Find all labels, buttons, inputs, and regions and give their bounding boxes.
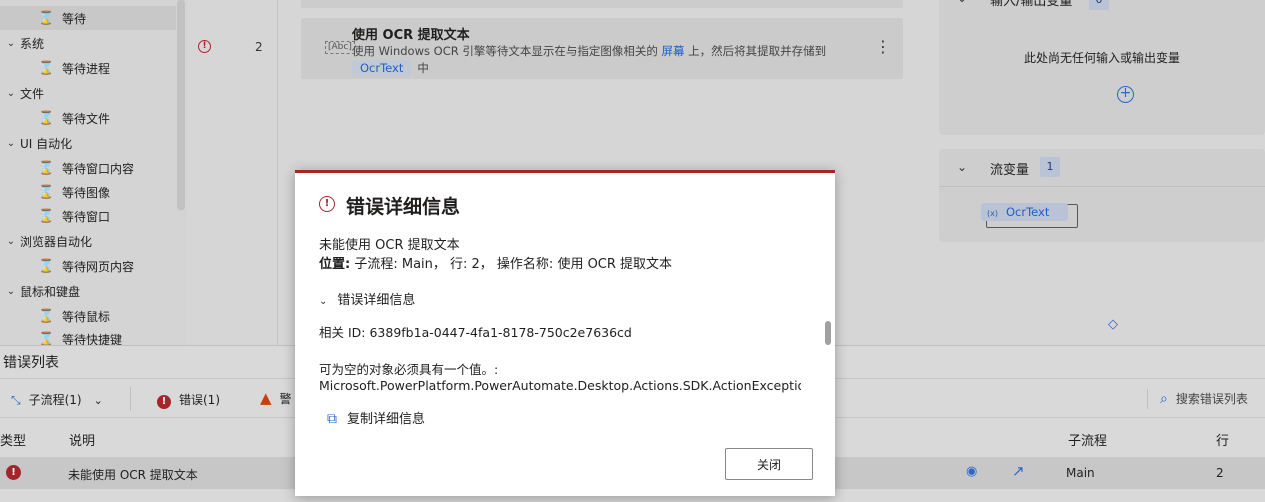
error-icon: ! [6,465,21,480]
variable-token: OcrText [352,60,412,76]
chevron-down-icon: ⌄ [6,285,16,297]
toolbar-divider [130,387,131,411]
action-wait-window-content[interactable]: ⌛ 等待窗口内容 [0,156,176,180]
exception-text: Microsoft.PowerPlatform.PowerAutomate.De… [319,378,801,393]
line-gutter: ! 2 [187,0,278,345]
category-file[interactable]: ⌄ 文件 [0,81,176,105]
details-scrollbar[interactable] [825,321,831,345]
category-system[interactable]: ⌄ 系统 [0,31,176,55]
flow-count-badge: 1 [1040,157,1060,177]
hourglass-icon: ⌛ [38,60,55,76]
action-wait-file[interactable]: ⌛ 等待文件 [0,106,176,130]
actions-scrollbar[interactable] [177,0,185,210]
view-icon[interactable]: ◉ [966,464,977,479]
close-button[interactable]: 关闭 [725,448,813,480]
action-wait-web-content[interactable]: ⌛ 等待网页内容 [0,254,176,278]
action-wait-image[interactable]: ⌛ 等待图像 [0,180,176,204]
io-variables-header[interactable]: ⌄ 输入/输出变量 0 [939,0,1265,12]
go-to-action-icon[interactable]: ↗ [1012,462,1025,480]
dialog-title: 错误详细信息 [346,196,461,218]
error-icon: ! [157,395,171,409]
action-wait-shortcut[interactable]: ⌛ 等待快捷键 [0,327,176,346]
hourglass-icon: ⌛ [38,10,55,26]
hourglass-icon: ⌛ [38,258,55,274]
flow-variables-header[interactable]: ⌄ 流变量 1 [939,149,1265,187]
io-count-badge: 0 [1089,0,1109,10]
screen-token: 屏幕 [661,44,685,58]
error-indicator-icon[interactable]: ! [198,40,211,53]
chevron-down-icon: ⌄ [93,394,103,407]
details-section-toggle[interactable]: ⌄ 错误详细信息 [319,289,415,308]
error-list-title: 错误列表 [3,355,59,371]
add-variable-icon[interactable]: + [1117,86,1134,103]
ocr-text-icon: [Abc] [325,41,355,54]
warning-icon: ▲ [260,389,272,407]
copy-details-link[interactable]: ⧉ 复制详细信息 [327,408,425,427]
chevron-down-icon: ⌄ [6,235,16,247]
action-description-line2: OcrText 中 [352,60,429,76]
search-icon: ⌕ [1160,391,1168,407]
warnings-filter[interactable]: ▲ 警 [260,389,292,407]
error-detail-text: 可为空的对象必须具有一个值。: [319,362,499,377]
chevron-down-icon: ⌄ [6,37,16,49]
chevron-down-icon: ⌄ [957,160,968,174]
actions-panel: ⌛ 等待 ⌄ 系统 ⌛ 等待进程 ⌄ 文件 ⌛ 等待文件 ⌄ UI 自动化 ⌛ … [0,0,187,345]
action-wait-window[interactable]: ⌛ 等待窗口 [0,204,176,228]
action-title: 使用 OCR 提取文本 [352,28,470,43]
action-wait-mouse[interactable]: ⌛ 等待鼠标 [0,304,176,328]
variable-chip-ocrtext[interactable]: (x) OcrText [981,203,1078,228]
variable-icon: (x) [987,209,998,218]
category-mouse-keyboard[interactable]: ⌄ 鼠标和键盘 [0,279,176,303]
variables-panel: ⌄ 输入/输出变量 0 此处尚无任何输入或输出变量 + ⌄ 流变量 1 (x)O… [924,0,1265,345]
correlation-id: 相关 ID: 6389fb1a-0447-4fa1-8178-750c2e763… [319,325,632,340]
action-wait[interactable]: ⌛ 等待 [0,6,176,30]
column-subflow[interactable]: 子流程 [1068,430,1107,449]
subflow-filter[interactable]: ⤡ 子流程(1) ⌄ [11,391,103,408]
action-wait-process[interactable]: ⌛ 等待进程 [0,56,176,80]
chevron-down-icon: ⌄ [6,137,16,149]
error-search[interactable]: ⌕ 搜索错误列表 [1147,389,1248,409]
copy-icon: ⧉ [327,411,337,427]
subflow-icon: ⤡ [11,393,21,407]
error-icon: ! [319,196,335,212]
eraser-icon[interactable]: ◇ [1108,317,1118,332]
column-type[interactable]: 类型 [0,430,26,449]
more-options-icon[interactable]: ⋮ [875,39,891,55]
action-description: 使用 Windows OCR 引擎等待文本显示在与指定图像相关的 屏幕 上，然后… [352,44,827,58]
column-description[interactable]: 说明 [69,430,95,449]
line-number: 2 [255,40,263,54]
io-variables-section: ⌄ 输入/输出变量 0 此处尚无任何输入或输出变量 + [939,0,1265,135]
chevron-down-icon: ⌄ [957,0,967,5]
empty-variables-message: 此处尚无任何输入或输出变量 [1023,51,1180,65]
flow-variables-section: ⌄ 流变量 1 (x) OcrText [939,149,1265,242]
category-ui-automation[interactable]: ⌄ UI 自动化 [0,131,176,155]
chevron-down-icon: ⌄ [319,296,328,307]
hourglass-icon: ⌛ [38,160,55,176]
hourglass-icon: ⌛ [38,308,55,324]
errors-filter[interactable]: ! 错误(1) [157,391,220,409]
error-location: 位置: 子流程: Main， 行: 2， 操作名称: 使用 OCR 提取文本 [319,257,673,272]
hourglass-icon: ⌛ [38,331,55,346]
hourglass-icon: ⌛ [38,184,55,200]
category-browser-automation[interactable]: ⌄ 浏览器自动化 [0,229,176,253]
column-line[interactable]: 行 [1216,430,1229,449]
previous-action-card[interactable] [301,0,903,8]
hourglass-icon: ⌛ [38,110,55,126]
error-message: 未能使用 OCR 提取文本 [319,238,460,253]
action-card-ocr[interactable]: [Abc] 使用 OCR 提取文本 使用 Windows OCR 引擎等待文本显… [301,18,903,79]
error-details-dialog: ! 错误详细信息 未能使用 OCR 提取文本 位置: 子流程: Main， 行:… [295,170,835,496]
chevron-down-icon: ⌄ [6,87,16,99]
hourglass-icon: ⌛ [38,208,55,224]
